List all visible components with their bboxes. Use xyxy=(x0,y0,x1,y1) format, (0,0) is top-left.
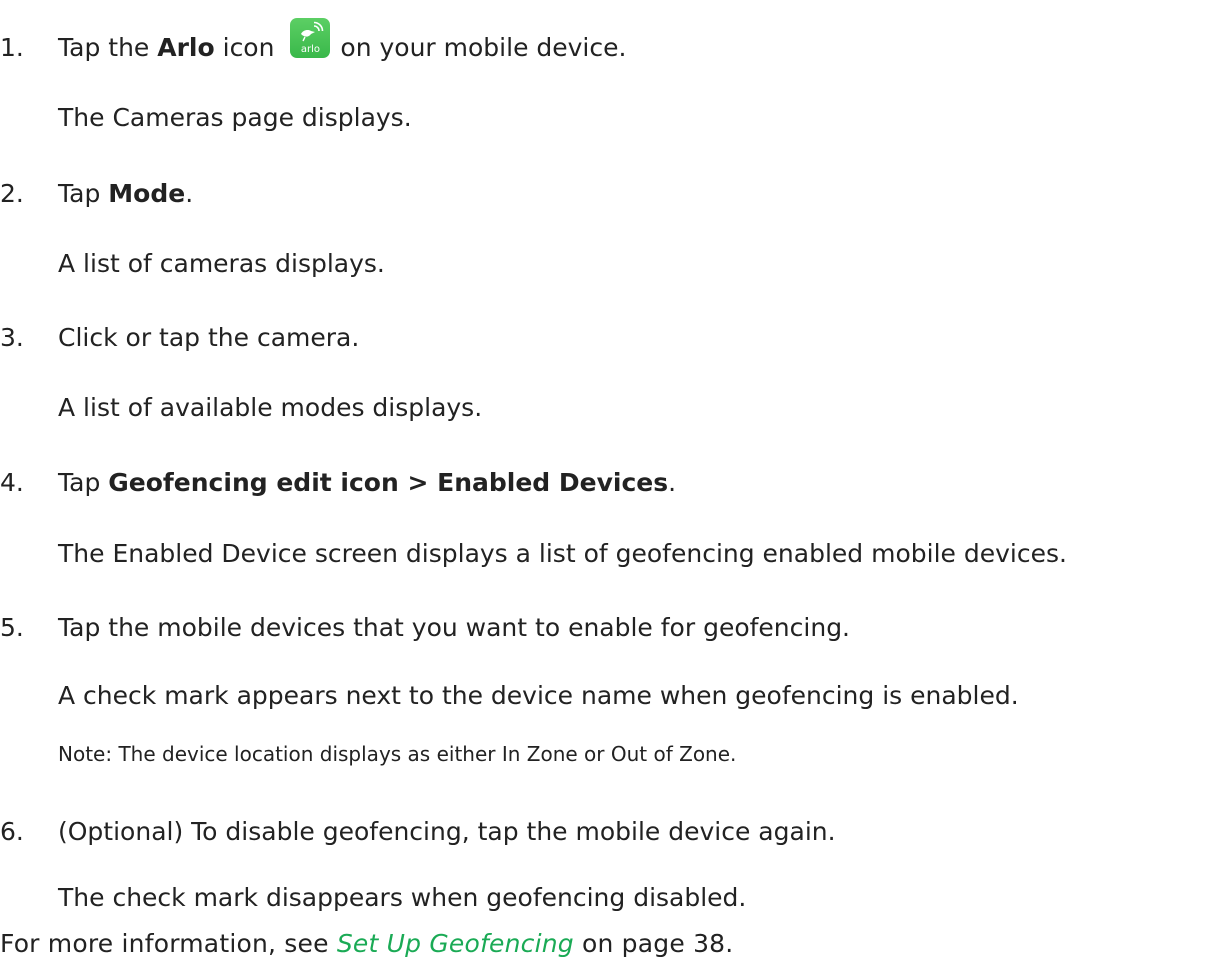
step-1-result: The Cameras page displays. xyxy=(58,103,412,132)
more-info-pre: For more information, see xyxy=(0,929,337,958)
step-2-number: 2. xyxy=(0,179,24,208)
step-5-result: A check mark appears next to the device … xyxy=(58,681,1019,710)
step-5-text: Tap the mobile devices that you want to … xyxy=(58,613,851,642)
step-1-post: on your mobile device. xyxy=(340,33,627,62)
step-2-result: A list of cameras displays. xyxy=(58,249,385,278)
step-4-pre: Tap xyxy=(58,468,109,497)
step-1-text: Tap the Arlo icon arlo on your mobile de… xyxy=(58,18,627,64)
more-info-line: For more information, see Set Up Geofenc… xyxy=(0,928,733,960)
step-3-number: 3. xyxy=(0,323,24,352)
step-1-bold: Arlo xyxy=(157,33,215,62)
arlo-icon-label: arlo xyxy=(300,44,320,55)
set-up-geofencing-link[interactable]: Set Up Geofencing xyxy=(337,929,574,958)
step-4-text: Tap Geofencing edit icon > Enabled Devic… xyxy=(58,467,676,499)
step-5-number: 5. xyxy=(0,613,24,642)
step-6-result: The check mark disappears when geofencin… xyxy=(58,883,747,912)
step-4-post: . xyxy=(668,468,677,497)
step-5-note: Note: The device location displays as ei… xyxy=(58,742,737,766)
more-info-post: on page 38. xyxy=(573,929,734,958)
arlo-app-icon: arlo xyxy=(290,18,331,58)
step-4-result: The Enabled Device screen displays a lis… xyxy=(58,539,1067,568)
step-1-number: 1. xyxy=(0,33,24,62)
step-2-bold: Mode xyxy=(108,179,186,208)
step-2-text: Tap Mode. xyxy=(58,178,193,210)
step-3-text: Click or tap the camera. xyxy=(58,323,360,352)
step-4-bold: Geofencing edit icon > Enabled Devices xyxy=(108,468,669,497)
step-2-pre: Tap xyxy=(58,179,109,208)
step-3-result: A list of available modes displays. xyxy=(58,393,483,422)
step-1-mid: icon xyxy=(214,33,275,62)
step-2-post: . xyxy=(185,179,194,208)
step-6-text: (Optional) To disable geofencing, tap th… xyxy=(58,817,836,846)
step-4-number: 4. xyxy=(0,468,24,497)
step-6-number: 6. xyxy=(0,817,24,846)
step-1-pre: Tap the xyxy=(58,33,158,62)
